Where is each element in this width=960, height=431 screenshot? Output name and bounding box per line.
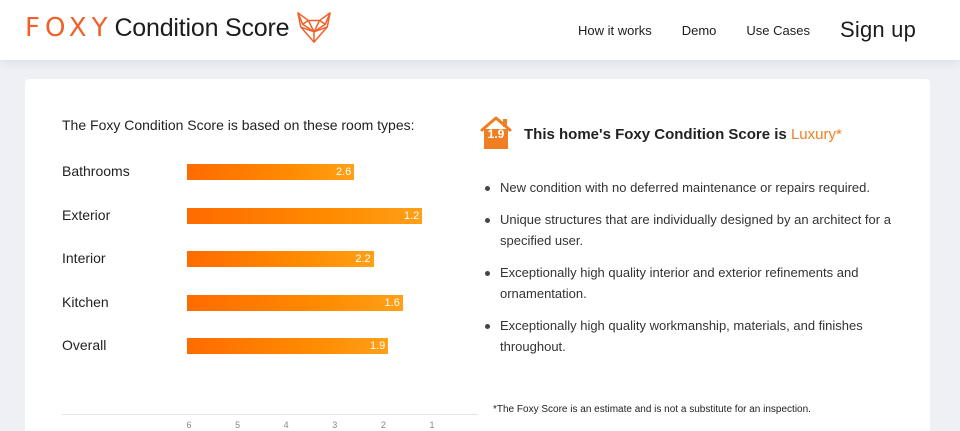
- list-item: Exceptionally high quality interior and …: [482, 262, 892, 304]
- chart-bar-value-label: 1.6: [384, 296, 400, 309]
- chart-category-label: Kitchen: [62, 293, 109, 310]
- score-title: This home's Foxy Condition Score is Luxu…: [524, 126, 842, 143]
- chart-bar: 1.6: [187, 294, 403, 311]
- chart-title: The Foxy Condition Score is based on the…: [62, 117, 415, 133]
- chart-x-tick-label: 1: [429, 420, 435, 430]
- chart-category-label: Interior: [62, 250, 106, 266]
- chart-row-kitchen: Kitchen 1.6: [62, 292, 482, 312]
- chart-x-ticks: 6 5 4 3 2 1: [62, 420, 482, 431]
- chart-bar: 1.2: [187, 207, 423, 224]
- score-card: The Foxy Condition Score is based on the…: [25, 79, 930, 431]
- score-tier-asterisk: *: [835, 126, 842, 143]
- list-item: New condition with no deferred maintenan…: [482, 177, 892, 198]
- chart-bar: 2.2: [187, 251, 374, 267]
- score-title-prefix: This home's Foxy Condition Score is: [524, 126, 791, 143]
- site-logo[interactable]: FOXY Condition Score: [25, 11, 333, 45]
- chart-x-tick-label: 5: [235, 420, 241, 430]
- fox-head-icon: [297, 12, 332, 43]
- chart-bar-value-label: 1.9: [369, 340, 386, 352]
- score-value: 1.9: [487, 127, 505, 141]
- room-scores-chart: The Foxy Condition Score is based on the…: [62, 117, 482, 430]
- chart-row-interior: Interior 2.2: [62, 248, 482, 268]
- chart-bar: 2.6: [187, 164, 355, 180]
- tier-description-list: New condition with no deferred maintenan…: [482, 177, 892, 368]
- logo-foxy-text: FOXY: [25, 13, 113, 43]
- chart-axis-line: [62, 414, 478, 415]
- chart-x-tick-label: 6: [186, 420, 192, 430]
- chart-x-tick-label: 2: [380, 420, 386, 430]
- site-header: FOXY Condition Score How it works Demo U…: [0, 0, 960, 60]
- chart-x-tick-label: 3: [332, 420, 338, 430]
- score-heading: 1.9 This home's Foxy Condition Score is …: [478, 115, 898, 155]
- sign-up-link[interactable]: Sign up: [840, 17, 916, 43]
- chart-bar-value-label: 1.2: [403, 209, 420, 222]
- nav-use-cases[interactable]: Use Cases: [746, 23, 810, 38]
- list-item: Exceptionally high quality workmanship, …: [482, 315, 892, 357]
- chart-bar-value-label: 2.2: [355, 253, 371, 265]
- chart-category-label: Exterior: [62, 206, 111, 223]
- list-item: Unique structures that are individually …: [482, 209, 892, 251]
- nav-how-it-works[interactable]: How it works: [578, 23, 652, 38]
- chart-bar: 1.9: [187, 338, 389, 354]
- chart-x-tick-label: 4: [283, 420, 289, 430]
- main-nav: How it works Demo Use Cases Sign up: [548, 0, 916, 60]
- chart-category-label: Bathrooms: [62, 163, 130, 179]
- chart-row-bathrooms: Bathrooms 2.6: [62, 161, 482, 181]
- chart-category-label: Overall: [62, 337, 107, 353]
- score-tier: Luxury: [790, 126, 836, 143]
- chart-row-exterior: Exterior 1.2: [62, 205, 482, 225]
- nav-demo[interactable]: Demo: [682, 23, 717, 38]
- logo-condition-score-text: Condition Score: [114, 13, 290, 42]
- disclaimer: *The Foxy Score is an estimate and is no…: [493, 404, 811, 415]
- chart-row-overall: Overall 1.9: [62, 335, 482, 355]
- chart-bar-value-label: 2.6: [335, 166, 352, 178]
